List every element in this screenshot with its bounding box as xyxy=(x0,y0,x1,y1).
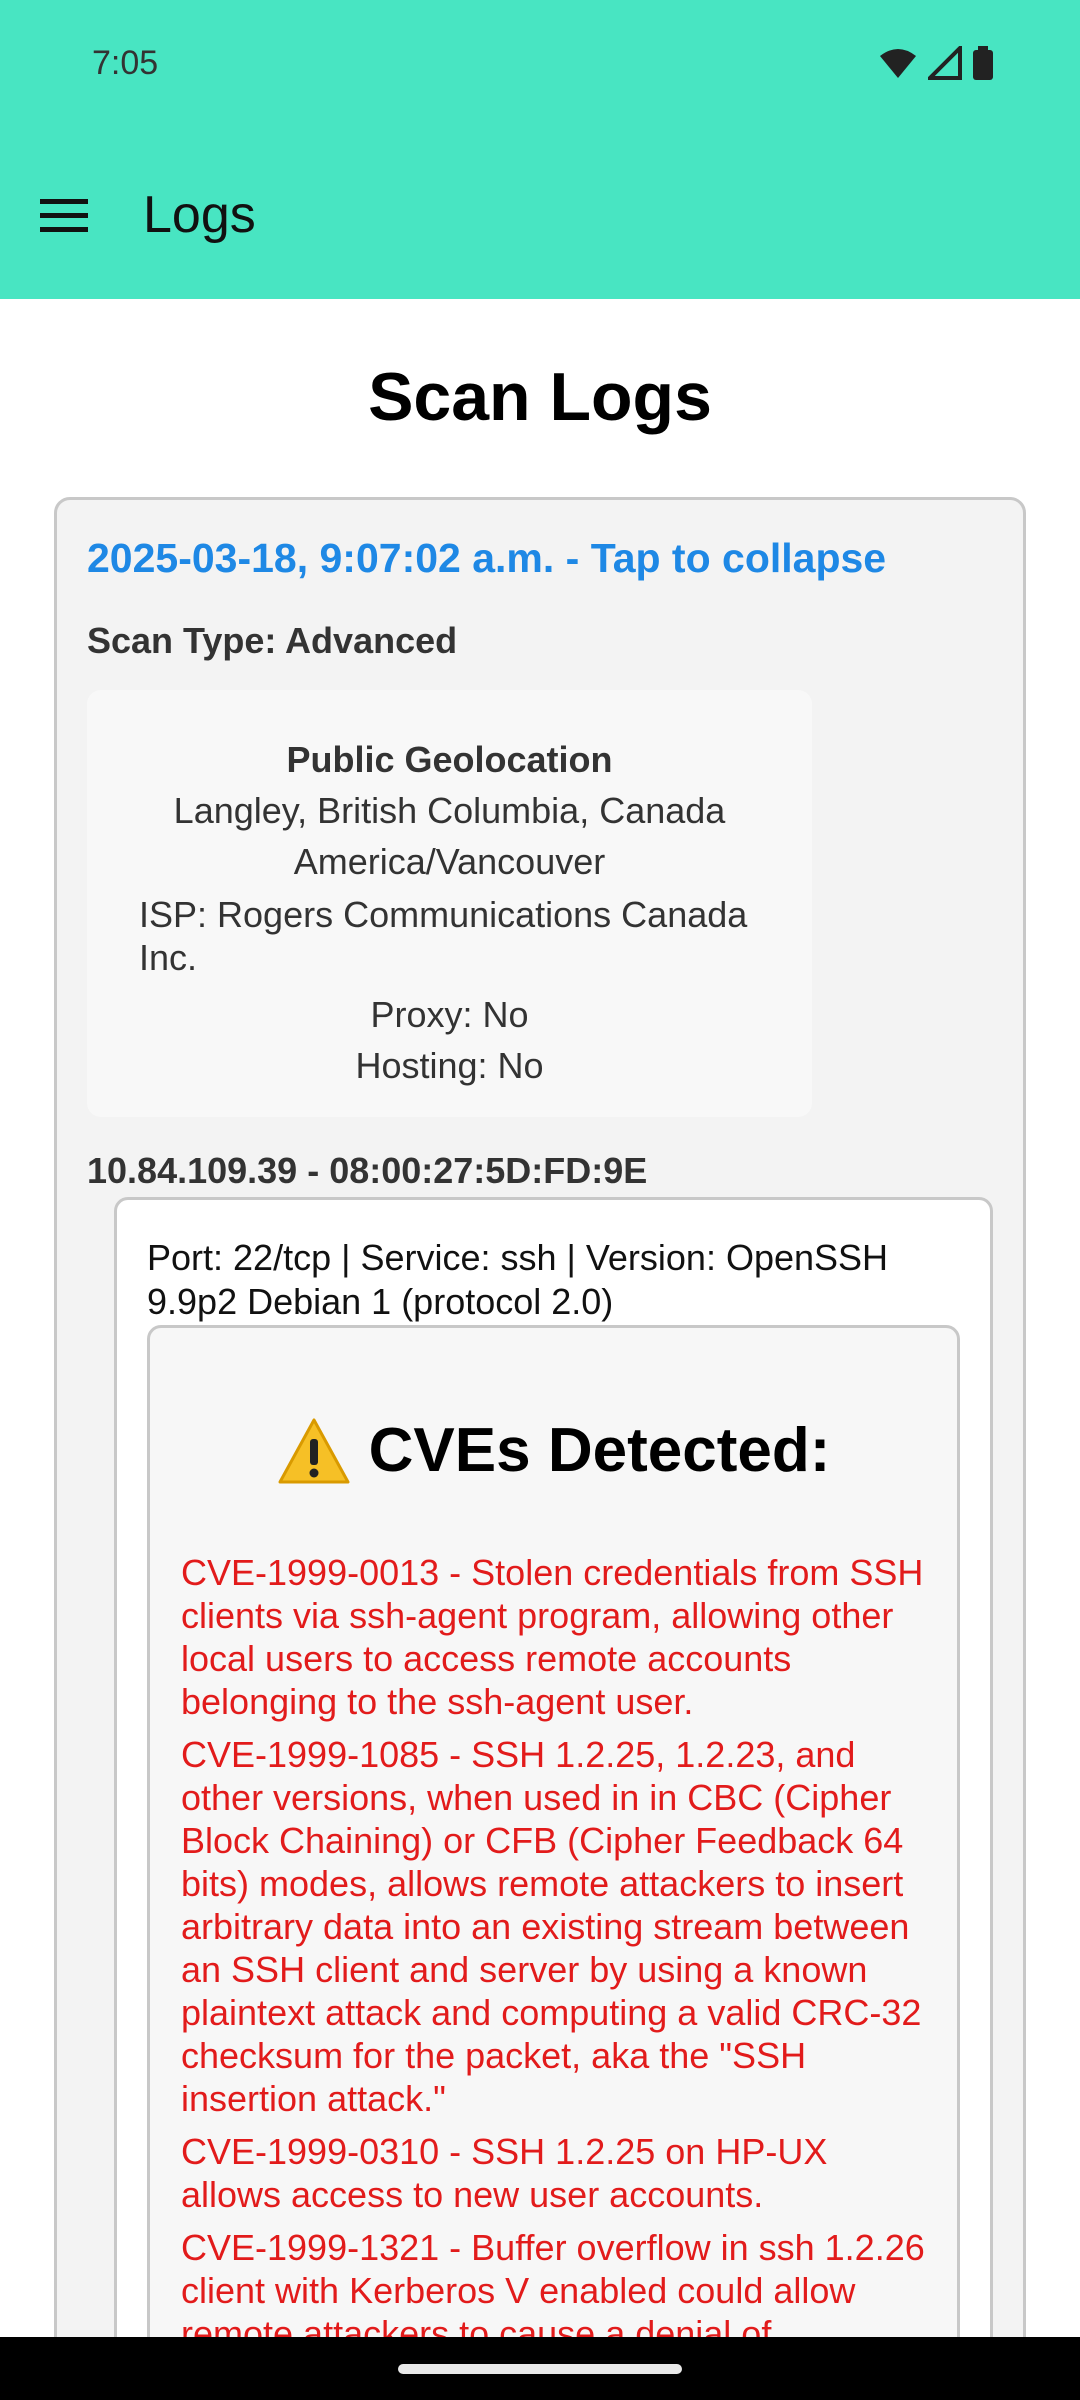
cve-item: CVE-1999-0013 - Stolen credentials from … xyxy=(181,1552,924,1722)
home-gesture-handle[interactable] xyxy=(398,2364,682,2374)
wifi-icon xyxy=(880,49,916,78)
port-info: Port: 22/tcp | Service: ssh | Version: O… xyxy=(147,1237,889,1322)
signal-icon xyxy=(928,46,962,80)
page-title: Scan Logs xyxy=(368,359,712,435)
geolocation-timezone: America/Vancouver xyxy=(293,841,606,882)
screen: 7:05 Logs Scan Logs 2025-03-18, 9:07:02 … xyxy=(0,0,1080,2400)
app-header xyxy=(0,0,1080,299)
geolocation-hosting: Hosting: No xyxy=(355,1045,544,1086)
device-address: 10.84.109.39 - 08:00:27:5D:FD:9E xyxy=(87,1150,648,1191)
scan-type-label: Scan Type: Advanced xyxy=(87,620,458,661)
menu-icon xyxy=(40,199,88,232)
geolocation-panel: Public Geolocation Langley, British Colu… xyxy=(87,690,812,1117)
log-entry-toggle-link[interactable]: 2025-03-18, 9:07:02 a.m. - Tap to collap… xyxy=(87,535,886,582)
cve-heading: CVEs Detected: xyxy=(147,1415,960,1486)
geolocation-isp: ISP: Rogers Communications Canada Inc. xyxy=(139,894,748,978)
geolocation-title: Public Geolocation xyxy=(286,739,613,780)
app-title: Logs xyxy=(143,186,256,244)
cve-item: CVE-1999-0310 - SSH 1.2.25 on HP-UX allo… xyxy=(181,2131,828,2215)
geolocation-proxy: Proxy: No xyxy=(370,994,529,1035)
menu-button[interactable] xyxy=(28,180,100,252)
cve-heading-text: CVEs Detected: xyxy=(368,1416,831,1485)
cve-item: CVE-1999-1321 - Buffer overflow in ssh 1… xyxy=(181,2227,925,2354)
cve-list: CVE-1999-0013 - Stolen credentials from … xyxy=(181,1551,931,2365)
cve-item: CVE-1999-1085 - SSH 1.2.25, 1.2.23, and … xyxy=(181,1734,922,2119)
warning-icon xyxy=(278,1418,350,1483)
battery-icon xyxy=(973,46,993,80)
geolocation-location: Langley, British Columbia, Canada xyxy=(173,790,726,831)
status-icons xyxy=(878,46,994,80)
status-time: 7:05 xyxy=(92,44,159,82)
